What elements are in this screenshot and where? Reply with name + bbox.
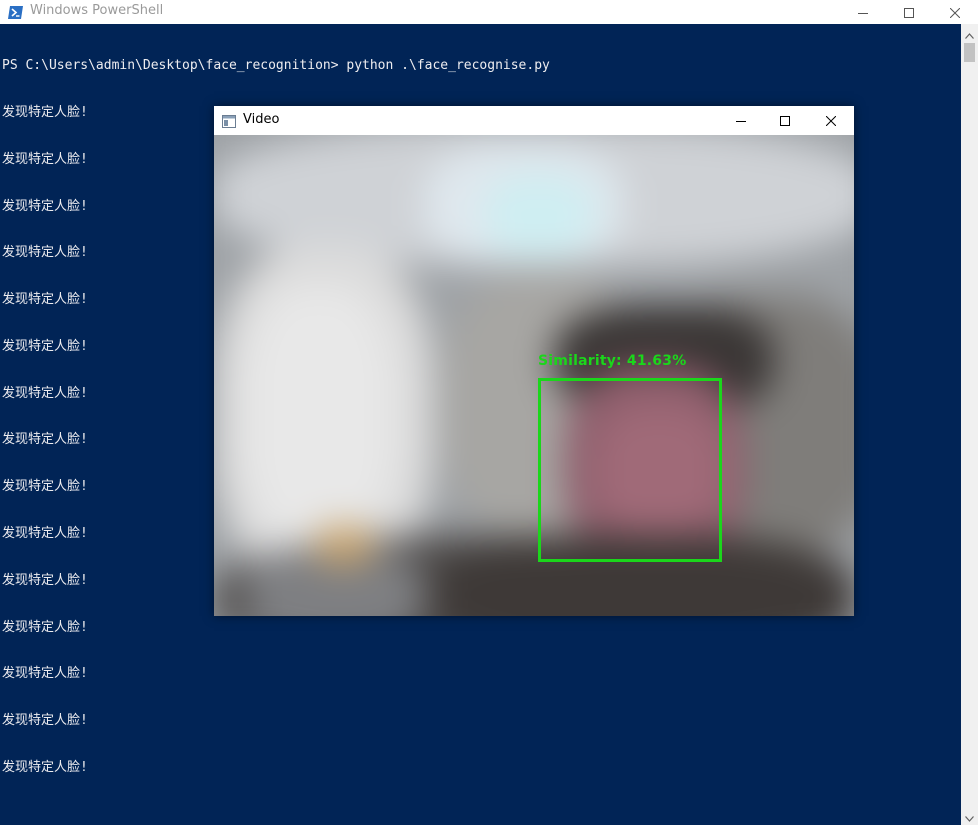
console-output-line: 发现特定人脸! [2,666,88,682]
console-output-line: 发现特定人脸! [2,619,88,635]
powershell-icon [8,4,23,19]
video-close-button[interactable] [808,106,854,135]
similarity-label: Similarity: 41.63% [538,353,687,369]
scroll-up-button[interactable] [961,26,978,40]
powershell-close-button[interactable] [932,0,978,24]
powershell-title: Windows PowerShell [30,3,164,18]
scroll-down-button[interactable] [961,809,978,823]
console-output-line: 发现特定人脸! [2,713,88,729]
maximize-icon [904,3,914,22]
close-icon [949,3,961,22]
maximize-icon [780,111,790,130]
video-window[interactable]: Video Similarity: 41.63% [214,106,854,616]
close-icon [825,111,837,130]
powershell-minimize-button[interactable] [840,0,886,24]
vertical-scrollbar[interactable] [961,24,978,825]
minimize-icon [858,3,868,22]
video-titlebar[interactable]: Video [214,106,854,135]
video-minimize-button[interactable] [718,106,764,135]
console-output-line: 发现特定人脸! [2,759,88,775]
video-window-icon [222,113,236,128]
chevron-up-icon [965,24,974,43]
console-prompt-line: PS C:\Users\admin\Desktop\face_recogniti… [2,58,550,74]
video-title: Video [243,112,280,127]
scrollbar-thumb[interactable] [964,43,975,62]
video-maximize-button[interactable] [762,106,808,135]
minimize-icon [736,111,746,130]
powershell-titlebar[interactable]: Windows PowerShell [0,0,978,24]
video-frame: Similarity: 41.63% [214,135,854,616]
chevron-down-icon [965,807,974,825]
face-detection-box [538,378,722,562]
powershell-maximize-button[interactable] [886,0,932,24]
blurred-camera-image [214,135,854,616]
